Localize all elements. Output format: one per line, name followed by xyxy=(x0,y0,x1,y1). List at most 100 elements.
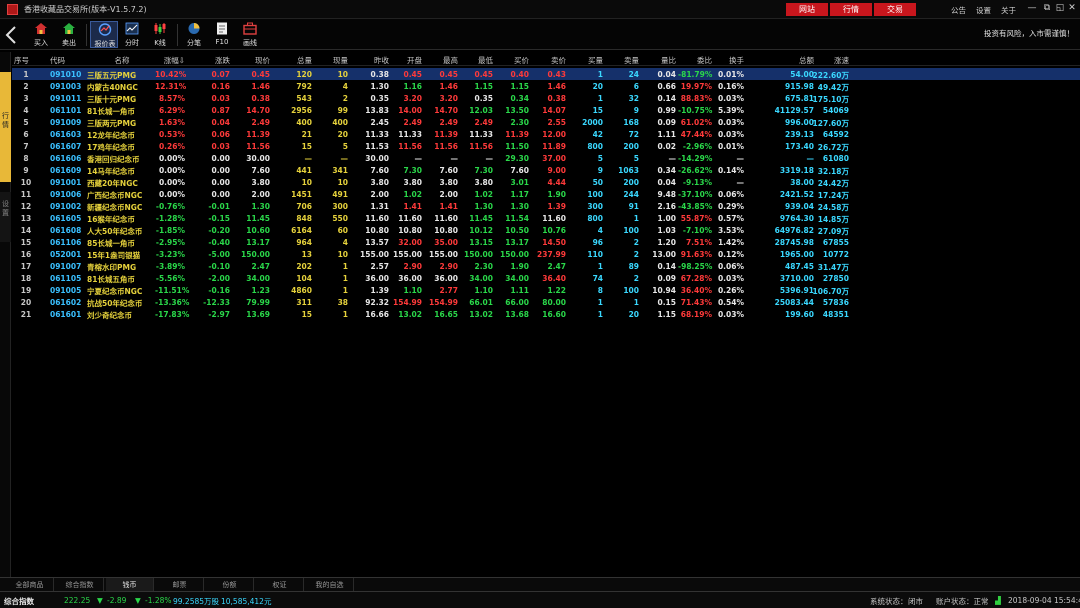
menu-about[interactable]: 关于 xyxy=(1001,5,1016,16)
col-open-header[interactable]: 开盘 xyxy=(390,55,422,66)
col-order-ratio: 67.28% xyxy=(680,274,712,283)
col-order-ratio: 91.63% xyxy=(680,250,712,259)
col-ask: 11.89 xyxy=(542,142,566,151)
tab-all-goods[interactable]: 全部商品 xyxy=(6,578,54,592)
col-total-volume: 120 xyxy=(296,70,312,79)
col-high: 0.45 xyxy=(439,70,458,79)
col-volume-ratio-header[interactable]: 量比 xyxy=(642,55,676,66)
col-bid-volume: 9 xyxy=(597,166,603,175)
col-name-header[interactable]: 名称 xyxy=(87,55,157,66)
table-row[interactable]: 19 091005 宁夏纪念币NGC -11.51% -0.16 1.23 4860 1 1.3… xyxy=(12,284,1080,296)
col-ask: 2.47 xyxy=(547,262,566,271)
table-row[interactable]: 10 091001 西藏20年NGC 0.00% 0.00 3.80 10 10 3.80 3.8… xyxy=(12,176,1080,188)
table-row[interactable]: 6 061603 12龙年纪念币 0.53% 0.06 11.39 21 20 11.33 11.… xyxy=(12,128,1080,140)
table-row[interactable]: 14 061608 人大50年纪念币 -1.85% -0.20 10.60 6164 60 10… xyxy=(12,224,1080,236)
col-bid-volume-header[interactable]: 买量 xyxy=(569,55,603,66)
tab-warrants[interactable]: 权证 xyxy=(256,578,304,592)
table-row[interactable]: 18 061105 81长城五角币 -5.56% -2.00 34.00 104 1 36.00… xyxy=(12,272,1080,284)
timeshare-button[interactable]: 分时 xyxy=(118,21,146,48)
col-low-header[interactable]: 最低 xyxy=(459,55,493,66)
table-row[interactable]: 13 061605 16猴年纪念币 -1.28% -0.15 11.45 848 550 11.… xyxy=(12,212,1080,224)
col-current-volume-header[interactable]: 现量 xyxy=(316,55,348,66)
col-bid: 7.60 xyxy=(510,166,529,175)
col-volume-ratio: 1.11 xyxy=(657,130,676,139)
minimize-icon[interactable]: — xyxy=(1026,3,1038,13)
table-row[interactable]: 17 091007 青榕水印PMG -3.89% -0.10 2.47 202 1 2.57 2.… xyxy=(12,260,1080,272)
col-amount: 173.40 xyxy=(785,142,814,151)
col-bid: 11.50 xyxy=(505,142,529,151)
table-row[interactable]: 20 061602 抗战50年纪念币 -13.36% -12.33 79.99 311 38 9… xyxy=(12,296,1080,308)
col-ask-volume: 168 xyxy=(623,118,639,127)
tab-quotes[interactable]: 行情 xyxy=(830,3,872,16)
close-icon[interactable]: ✕ xyxy=(1066,3,1078,13)
col-turnover: 0.06% xyxy=(717,262,744,271)
col-high: 16.65 xyxy=(434,310,458,319)
col-ask-volume: 5 xyxy=(633,154,639,163)
col-code-header[interactable]: 代码 xyxy=(50,55,86,66)
col-prev-close-header[interactable]: 昨收 xyxy=(357,55,389,66)
col-order-ratio: 55.87% xyxy=(680,214,712,223)
col-high-header[interactable]: 最高 xyxy=(424,55,458,66)
col-change-header[interactable]: 涨跌 xyxy=(197,55,230,66)
tab-stamps[interactable]: 邮票 xyxy=(156,578,204,592)
col-total-volume: — xyxy=(304,154,313,163)
table-row[interactable]: 9 061609 14马年纪念币 0.00% 0.00 7.60 441 341 7.60 7.3… xyxy=(12,164,1080,176)
menu-settings[interactable]: 设置 xyxy=(976,5,991,16)
candlestick-icon xyxy=(154,23,166,34)
tab-my-watchlist[interactable]: 我的自选 xyxy=(306,578,354,592)
col-current-volume: 60 xyxy=(337,226,348,235)
table-row[interactable]: 5 091009 三版两元PMG 1.63% 0.04 2.49 400 400 2.45 2.4… xyxy=(12,116,1080,128)
maximize-icon[interactable]: ◱ xyxy=(1054,3,1066,13)
table-row[interactable]: 2 091003 内蒙古40NGC 12.31% 0.16 1.46 792 4 1.30 1.1… xyxy=(12,80,1080,92)
table-row[interactable]: 1 091010 三版五元PMG 10.42% 0.07 0.45 120 10 0.38 0.4… xyxy=(12,68,1080,80)
tab-composite-index[interactable]: 综合指数 xyxy=(56,578,104,592)
col-name: 刘少奇纪念币 xyxy=(87,311,132,320)
tab-website[interactable]: 网站 xyxy=(786,3,828,16)
buy-button[interactable]: 买入 xyxy=(27,21,55,48)
col-price-header[interactable]: 现价 xyxy=(234,55,270,66)
col-turnover: 0.14% xyxy=(717,166,744,175)
tab-trade[interactable]: 交易 xyxy=(874,3,916,16)
tick-detail-button[interactable]: 分笔 xyxy=(180,21,208,48)
table-row[interactable]: 7 061607 17鸡年纪念币 0.26% 0.03 11.56 15 5 11.53 11.5… xyxy=(12,140,1080,152)
table-row[interactable]: 21 061601 刘少奇纪念币 -17.83% -2.97 13.69 15 1 16.66 1… xyxy=(12,308,1080,320)
col-volume-ratio: 1.15 xyxy=(657,310,676,319)
col-order-ratio-header[interactable]: 委比 xyxy=(678,55,712,66)
side-tab-quotes[interactable]: 行情 xyxy=(0,72,11,182)
table-row[interactable]: 12 091002 新疆纪念币NGC -0.76% -0.01 1.30 706 300 1.3… xyxy=(12,200,1080,212)
kline-button[interactable]: K线 xyxy=(146,21,174,48)
col-code: 091003 xyxy=(50,82,82,91)
col-speed-header[interactable]: 涨速 xyxy=(809,55,849,66)
col-turnover-header[interactable]: 换手 xyxy=(714,55,744,66)
col-prev-close: 11.60 xyxy=(365,214,389,223)
tab-coins[interactable]: 钱币 xyxy=(106,578,154,592)
quote-table-button[interactable]: 报价表 xyxy=(90,21,118,48)
table-row[interactable]: 11 091006 广西纪念币NGC 0.00% 0.00 2.00 1451 491 2.00… xyxy=(12,188,1080,200)
col-no-header[interactable]: 序号 xyxy=(14,55,38,66)
col-open: 11.60 xyxy=(398,214,422,223)
col-total-volume-header[interactable]: 总量 xyxy=(280,55,312,66)
col-bid-header[interactable]: 买价 xyxy=(495,55,529,66)
table-row[interactable]: 3 091011 三版十元PMG 8.57% 0.03 0.38 543 2 0.35 3.20 3… xyxy=(12,92,1080,104)
col-open: — xyxy=(414,154,423,163)
col-change-pct: 1.63% xyxy=(158,118,185,127)
col-ask-header[interactable]: 卖价 xyxy=(531,55,566,66)
restore-icon[interactable]: ⧉ xyxy=(1041,3,1053,13)
col-ask-volume-header[interactable]: 卖量 xyxy=(605,55,639,66)
col-no: 1 xyxy=(23,70,29,79)
table-row[interactable]: 15 061106 85长城一角币 -2.95% -0.40 13.17 964 4 13.57… xyxy=(12,236,1080,248)
tab-shares[interactable]: 份额 xyxy=(206,578,254,592)
table-row[interactable]: 16 052001 15年1盎司银猫 -3.23% -5.00 150.00 13 10 155… xyxy=(12,248,1080,260)
table-row[interactable]: 8 061606 香港回归纪念币 0.00% 0.00 30.00— —30.00— — —29… xyxy=(12,152,1080,164)
f10-button[interactable]: F10 xyxy=(208,21,236,48)
table-row[interactable]: 4 061101 81长城一角币 6.29% 0.87 14.70 2956 99 13.83 1… xyxy=(12,104,1080,116)
col-change-pct-header[interactable]: 涨幅⇩ xyxy=(155,55,185,66)
side-tab-settings[interactable]: 设置 xyxy=(0,192,11,242)
menu-announcement[interactable]: 公告 xyxy=(951,5,966,16)
sell-button[interactable]: 卖出 xyxy=(55,21,83,48)
back-arrow-icon[interactable] xyxy=(3,25,19,45)
draw-line-button[interactable]: 画线 xyxy=(236,21,264,48)
col-total-volume: 1451 xyxy=(291,190,312,199)
col-code: 061602 xyxy=(50,298,82,307)
col-amount-header[interactable]: 总额 xyxy=(768,55,814,66)
